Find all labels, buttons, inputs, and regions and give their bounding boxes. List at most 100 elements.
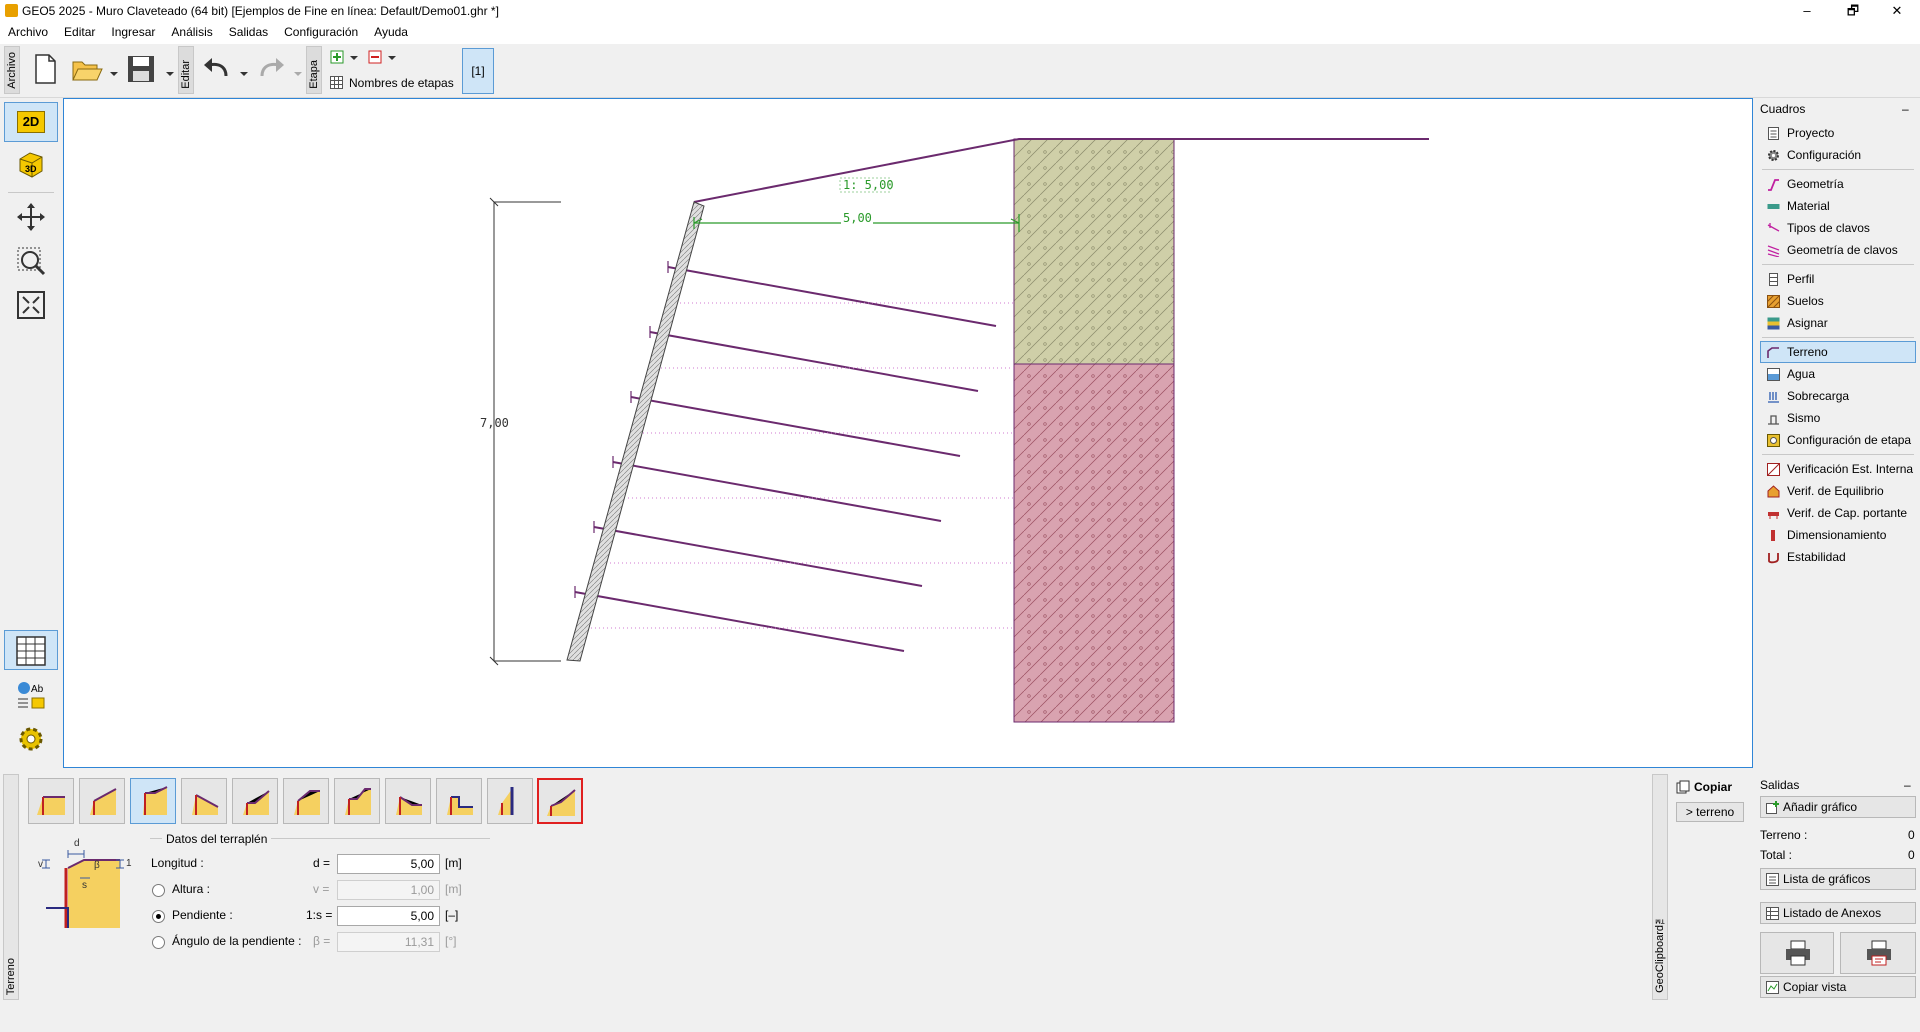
angle-radio[interactable]: [152, 936, 165, 949]
undo-dropdown-arrow[interactable]: [240, 72, 248, 76]
frame-suelos[interactable]: Suelos: [1760, 290, 1916, 312]
copy-button[interactable]: Copiar: [1694, 780, 1732, 794]
height-input[interactable]: 1,00: [337, 880, 440, 900]
frame-dimensionamiento[interactable]: Dimensionamiento: [1760, 524, 1916, 546]
graph-list-button[interactable]: Lista de gráficos: [1760, 868, 1916, 890]
frames-collapse-button[interactable]: –: [1902, 102, 1909, 116]
nail-4: [612, 461, 942, 522]
terrain-type-dip-button[interactable]: [385, 778, 431, 824]
angle-symbol: β =: [313, 934, 331, 948]
soil-layer-2[interactable]: [1013, 363, 1175, 723]
terrain-type-wall-button[interactable]: [487, 778, 533, 824]
save-dropdown-arrow[interactable]: [166, 72, 174, 76]
undo-icon[interactable]: [200, 52, 234, 86]
save-icon[interactable]: [124, 52, 158, 86]
slope-label: 1: 5,00: [843, 178, 894, 192]
add-stage-dropdown-arrow[interactable]: [350, 56, 358, 60]
slope-input[interactable]: 5,00: [337, 906, 440, 926]
frame-material[interactable]: Material: [1760, 195, 1916, 217]
terrain-type-broken-button[interactable]: [232, 778, 278, 824]
frame-verificacion-est-interna[interactable]: Verificación Est. Interna: [1760, 458, 1916, 480]
terrain-type-broken3-button[interactable]: [334, 778, 380, 824]
terrain-type-step-button[interactable]: [436, 778, 482, 824]
frame-proyecto[interactable]: Proyecto: [1760, 122, 1916, 144]
print-button[interactable]: [1760, 932, 1834, 974]
drawing-canvas[interactable]: 7,00 5,00 1: 5,00: [63, 98, 1753, 768]
open-folder-icon[interactable]: [70, 52, 104, 86]
frame-configuracion-de-etapa[interactable]: Configuración de etapa: [1760, 429, 1916, 451]
table-view-button[interactable]: [4, 630, 58, 670]
angle-input[interactable]: 11,31: [337, 932, 440, 952]
terrain-type-slope-down-button[interactable]: [181, 778, 227, 824]
new-file-icon[interactable]: [28, 52, 62, 86]
soil-layer-1[interactable]: [1013, 138, 1175, 365]
annex-list-button[interactable]: Listado de Anexos: [1760, 902, 1916, 924]
menu-configuracion[interactable]: Configuración: [276, 22, 366, 42]
zoom-button[interactable]: [4, 240, 58, 280]
toolbar-tab-etapa[interactable]: Etapa: [306, 46, 322, 94]
frame-perfil[interactable]: Perfil: [1760, 268, 1916, 290]
frame-terreno[interactable]: Terreno: [1760, 341, 1916, 363]
remove-stage-dropdown-arrow[interactable]: [388, 56, 396, 60]
toolbar-tab-editar[interactable]: Editar: [178, 46, 194, 94]
frame-asignar[interactable]: Asignar: [1760, 312, 1916, 334]
view-2d-button[interactable]: 2D: [4, 102, 58, 142]
frame-verif-de-cap-portante[interactable]: Verif. de Cap. portante: [1760, 502, 1916, 524]
frame-verif-de-equilibrio[interactable]: Verif. de Equilibrio: [1760, 480, 1916, 502]
menu-archivo[interactable]: Archivo: [0, 22, 56, 42]
redo-dropdown-arrow[interactable]: [294, 72, 302, 76]
open-dropdown-arrow[interactable]: [110, 72, 118, 76]
left-toolbar: 2D 3D Ab: [0, 98, 62, 768]
frame-geometria-de-clavos[interactable]: Geometría de clavos: [1760, 239, 1916, 261]
frame-sobrecarga[interactable]: Sobrecarga: [1760, 385, 1916, 407]
panel-side-tab[interactable]: Terreno: [3, 774, 19, 1000]
minimize-button[interactable]: –: [1784, 0, 1830, 22]
total-count: 0: [1908, 848, 1915, 862]
frame-agua[interactable]: Agua: [1760, 363, 1916, 385]
geoclipboard-tab[interactable]: GeoClipboard™: [1652, 774, 1668, 1000]
outputs-collapse-button[interactable]: –: [1904, 778, 1911, 792]
terrain-type-berm-button[interactable]: [130, 778, 176, 824]
close-button[interactable]: ✕: [1874, 0, 1920, 22]
menu-salidas[interactable]: Salidas: [221, 22, 276, 42]
style-settings-button[interactable]: Ab: [4, 674, 58, 714]
frame-configuracion[interactable]: Configuración: [1760, 144, 1916, 166]
redo-icon[interactable]: [254, 52, 288, 86]
paste-terreno-button[interactable]: > terreno: [1676, 802, 1744, 822]
nailed-wall[interactable]: [566, 201, 705, 662]
view-2d-label: 2D: [17, 111, 45, 133]
stage-names-button[interactable]: Nombres de etapas: [349, 76, 454, 90]
menu-editar[interactable]: Editar: [56, 22, 103, 42]
length-input[interactable]: 5,00: [337, 854, 440, 874]
terrain-type-broken2-button[interactable]: [283, 778, 329, 824]
menu-ayuda[interactable]: Ayuda: [366, 22, 416, 42]
copy-view-button[interactable]: Copiar vista: [1760, 976, 1916, 998]
earthquake-icon: [1768, 415, 1779, 425]
pan-button[interactable]: [4, 196, 58, 236]
toolbar-tab-archivo[interactable]: Archivo: [4, 46, 20, 94]
frame-tipos-de-clavos[interactable]: Tipos de clavos: [1760, 217, 1916, 239]
slope-radio[interactable]: [152, 910, 165, 923]
frame-geometria[interactable]: Geometría: [1760, 173, 1916, 195]
print-preview-button[interactable]: [1840, 932, 1916, 974]
terrain-type-general-button[interactable]: [537, 778, 583, 824]
fit-view-button[interactable]: [4, 284, 58, 324]
view-3d-button[interactable]: 3D: [4, 144, 58, 184]
stage-1-button[interactable]: [1]: [462, 48, 494, 94]
frame-sismo[interactable]: Sismo: [1760, 407, 1916, 429]
menu-ingresar[interactable]: Ingresar: [103, 22, 163, 42]
outputs-title: Salidas: [1760, 778, 1800, 792]
menu-analisis[interactable]: Análisis: [163, 22, 220, 42]
nail-5: [593, 526, 923, 587]
terrain-type-flat-button[interactable]: [28, 778, 74, 824]
terrain-type-slope-button[interactable]: [79, 778, 125, 824]
maximize-button[interactable]: 🗗: [1830, 0, 1876, 22]
app-icon: [5, 4, 18, 17]
settings-button[interactable]: [4, 718, 58, 758]
length-label: 5,00: [843, 211, 872, 225]
frame-estabilidad[interactable]: Estabilidad: [1760, 546, 1916, 568]
height-radio[interactable]: [152, 884, 165, 897]
add-graph-button[interactable]: Añadir gráfico: [1760, 796, 1916, 818]
add-stage-icon[interactable]: [330, 50, 344, 64]
remove-stage-icon[interactable]: [368, 50, 382, 64]
